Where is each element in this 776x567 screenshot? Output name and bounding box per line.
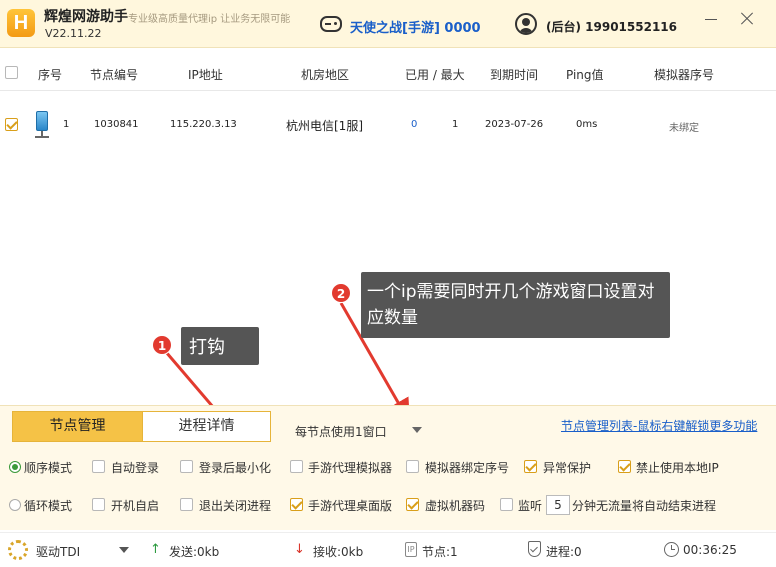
radio-sequential-mode[interactable] [9,461,21,473]
clock-icon [664,542,679,557]
minimize-button[interactable] [702,10,720,28]
checkbox-monitor[interactable] [500,498,513,511]
title-bar: H 辉煌网游助手 专业级高质量代理ip 让业务无限可能 V22.11.22 天使… [0,0,776,48]
status-bar: 驱动TDI ↑ 发送:0kb ↓ 接收:0kb IP 节点:1 进程:0 00:… [0,532,776,567]
checkbox-emulator-bind-index[interactable] [406,460,419,473]
label-monitor: 监听 [518,499,543,513]
annotation-badge-1: 1 [152,335,172,355]
driver-selector[interactable]: 驱动TDI [36,543,80,560]
checkbox-autostart[interactable] [92,498,105,511]
cell-region: 杭州电信[1服] [286,119,363,133]
gamepad-icon [320,16,342,32]
annotation-note-1: 打钩 [181,327,259,365]
label-mobile-proxy-desktop: 手游代理桌面版 [308,499,393,513]
node-icon: IP [405,542,417,557]
upload-arrow-icon: ↑ [150,542,161,557]
label-emulator-bind-index: 模拟器绑定序号 [425,461,510,475]
node-count: 节点:1 [422,545,458,559]
col-usage: 已用 / 最大 [405,68,465,82]
user-icon [515,13,537,35]
label-auto-login: 自动登录 [111,461,160,475]
checkbox-auto-login[interactable] [92,460,105,473]
checkbox-exit-close-process[interactable] [180,498,193,511]
cell-index: 1 [63,119,70,130]
elapsed-time: 00:36:25 [683,543,737,557]
window-count-dropdown[interactable]: 每节点使用1窗口 [295,423,387,440]
cell-expiry: 2023-07-26 [485,119,544,130]
control-panel: 节点管理 进程详情 每节点使用1窗口 节点管理列表-鼠标右键解锁更多功能 顺序模… [0,405,776,530]
label-loop-mode: 循环模式 [24,499,73,513]
download-arrow-icon: ↓ [294,542,305,557]
label-autostart: 开机自启 [111,499,160,513]
cell-node-id: 1030841 [94,119,139,130]
checkbox-abnormal-protect[interactable] [524,460,537,473]
label-exit-close-process: 退出关闭进程 [199,499,272,513]
game-selector[interactable]: 天使之战[手游] 0000 [350,17,481,36]
app-logo: H [7,9,35,37]
checkbox-mobile-proxy-emulator[interactable] [290,460,303,473]
col-node-id: 节点编号 [90,68,139,82]
cell-used: 0 [411,119,418,130]
monitor-minutes-input[interactable]: 5 [546,495,570,515]
loading-icon [8,540,28,560]
label-monitor-suffix: 分钟无流量将自动结束进程 [572,499,717,513]
computer-icon [33,111,51,139]
user-account[interactable]: (后台) 19901552116 [546,18,677,35]
select-all-checkbox[interactable] [5,66,18,79]
cell-ip: 115.220.3.13 [170,119,237,130]
tab-process-details[interactable]: 进程详情 [142,411,271,442]
cell-max: 1 [452,119,459,130]
col-ip: IP地址 [188,68,223,82]
row-checkbox[interactable] [5,118,18,131]
app-version: V22.11.22 [45,27,102,40]
cell-emulator: 未绑定 [669,123,699,134]
annotation-note-2: 一个ip需要同时开几个游戏窗口设置对应数量 [361,272,670,338]
close-button[interactable] [738,10,756,28]
checkbox-virtual-machine-code[interactable] [406,498,419,511]
annotation-badge-2: 2 [331,283,351,303]
chevron-down-icon[interactable] [119,547,129,553]
received-bytes: 接收:0kb [313,545,364,559]
label-sequential-mode: 顺序模式 [24,461,73,475]
table-header: 序号 节点编号 IP地址 机房地区 已用 / 最大 到期时间 Ping值 模拟器… [0,55,776,91]
col-region: 机房地区 [301,68,350,82]
label-disable-local-ip: 禁止使用本地IP [636,461,719,475]
label-abnormal-protect: 异常保护 [543,461,592,475]
process-count: 进程:0 [546,545,582,559]
shield-icon [528,541,541,557]
label-minimize-after-login: 登录后最小化 [199,461,272,475]
col-emulator: 模拟器序号 [654,68,715,82]
col-expiry: 到期时间 [490,68,539,82]
app-slogan: 专业级高质量代理ip 让业务无限可能 [128,14,291,25]
label-virtual-machine-code: 虚拟机器码 [425,499,486,513]
app-name: 辉煌网游助手 [44,9,128,25]
radio-loop-mode[interactable] [9,499,21,511]
col-index: 序号 [38,68,63,82]
tab-node-management[interactable]: 节点管理 [12,411,143,442]
sent-bytes: 发送:0kb [169,545,220,559]
checkbox-mobile-proxy-desktop[interactable] [290,498,303,511]
label-mobile-proxy-emulator: 手游代理模拟器 [308,461,393,475]
node-list-help-link[interactable]: 节点管理列表-鼠标右键解锁更多功能 [561,417,757,434]
checkbox-minimize-after-login[interactable] [180,460,193,473]
chevron-down-icon[interactable] [412,427,422,433]
checkbox-disable-local-ip[interactable] [618,460,631,473]
table-row[interactable]: 1 1030841 115.220.3.13 杭州电信[1服] 0 1 2023… [0,105,776,145]
col-ping: Ping值 [566,68,604,82]
cell-ping: 0ms [576,119,598,130]
